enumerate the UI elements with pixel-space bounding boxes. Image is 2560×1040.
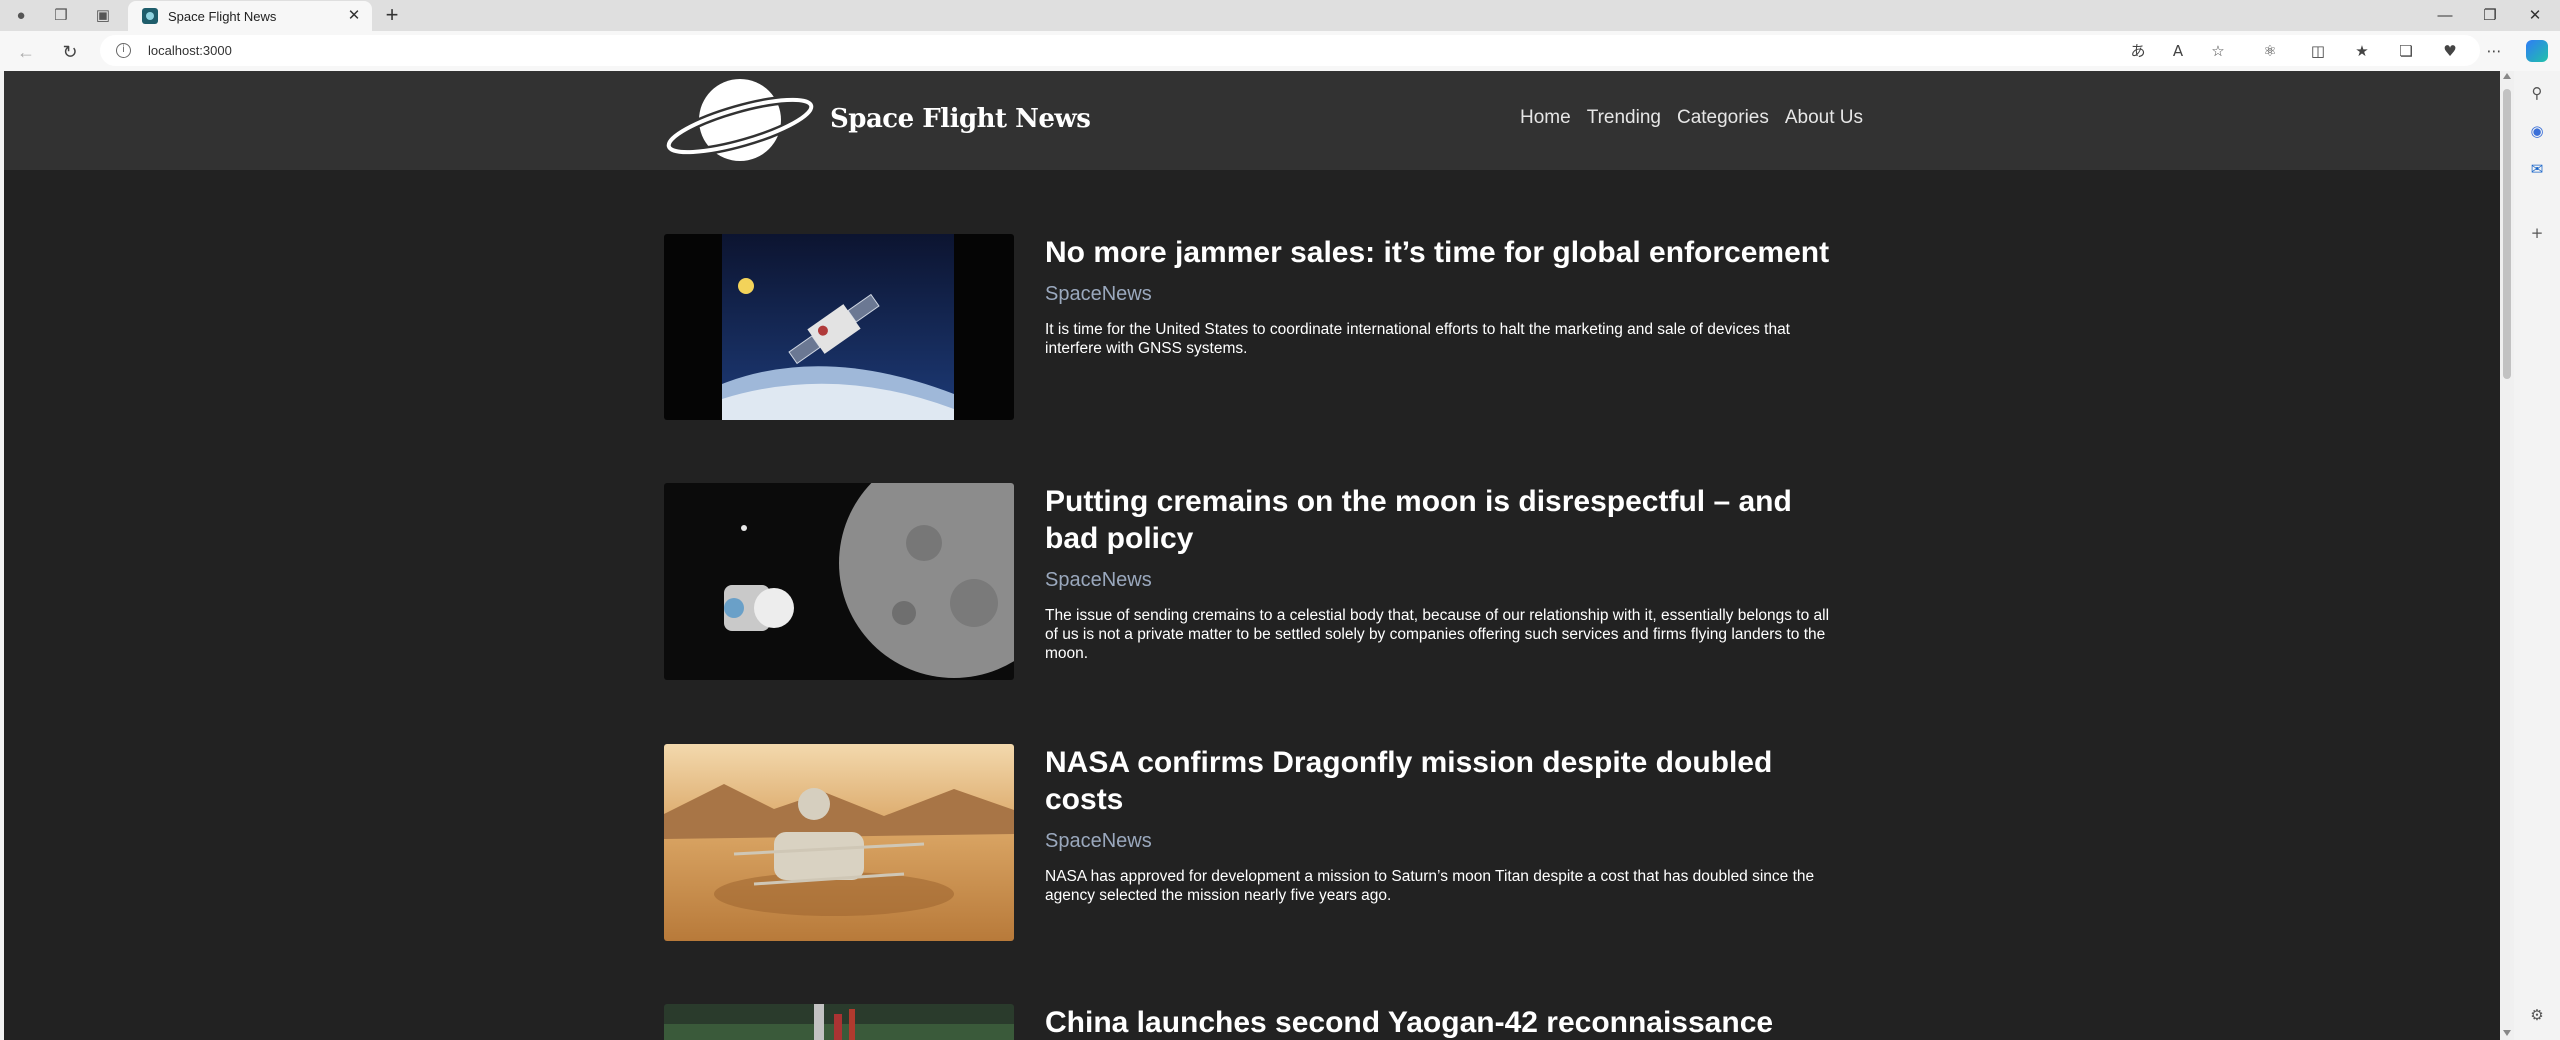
planet-logo-icon[interactable] — [664, 76, 816, 166]
back-icon[interactable]: ← — [14, 40, 38, 64]
shopping-icon[interactable]: ◉ — [2527, 121, 2547, 141]
tab-actions-icon[interactable]: ▣ — [92, 5, 114, 27]
site-favicon-icon — [142, 8, 158, 24]
favorites-icon[interactable]: ★ — [2348, 39, 2376, 63]
minimize-icon[interactable]: — — [2425, 4, 2465, 28]
article-image-rocket[interactable] — [664, 1004, 1014, 1040]
sidebar-settings-icon[interactable]: ⚙ — [2527, 1005, 2547, 1025]
article-title[interactable]: China launches second Yaogan-42 reconnai… — [1045, 1004, 1845, 1040]
window-close-icon[interactable]: ✕ — [2515, 4, 2555, 28]
article-source: SpaceNews — [1045, 830, 1152, 852]
article-text: No more jammer sales: it’s time for glob… — [1045, 234, 1845, 358]
article-text: NASA confirms Dragonfly mission despite … — [1045, 744, 1845, 905]
page-scrollbar[interactable] — [2500, 71, 2514, 1040]
article-image-satellite[interactable] — [664, 234, 1014, 420]
nav-trending[interactable]: Trending — [1587, 107, 1661, 129]
article-source: SpaceNews — [1045, 569, 1152, 591]
article-text: Putting cremains on the moon is disrespe… — [1045, 483, 1845, 663]
site-info-icon[interactable]: i — [116, 43, 131, 58]
nav-home[interactable]: Home — [1520, 107, 1571, 129]
article-image-moon[interactable] — [664, 483, 1014, 680]
url-text[interactable]: localhost:3000 — [148, 43, 232, 58]
address-bar[interactable]: i localhost:3000 — [100, 35, 2480, 66]
browser-essentials-icon[interactable]: ♥ — [2436, 39, 2464, 63]
outlook-icon[interactable]: ✉ — [2527, 159, 2547, 179]
favorite-star-icon[interactable]: ☆ — [2204, 39, 2232, 63]
edge-sidebar: ⚲ ◉ ✉ + ⚙ — [2514, 71, 2560, 1040]
restore-icon[interactable]: ❐ — [2470, 4, 2510, 28]
new-tab-button[interactable]: + — [380, 4, 404, 28]
profile-icon[interactable]: ● — [10, 5, 32, 27]
add-sidebar-app-icon[interactable]: + — [2527, 223, 2547, 243]
workspaces-icon[interactable]: ❒ — [50, 5, 72, 27]
article-title[interactable]: Putting cremains on the moon is disrespe… — [1045, 483, 1845, 557]
article-summary: The issue of sending cremains to a celes… — [1045, 607, 1830, 662]
article-summary: NASA has approved for development a miss… — [1045, 868, 1815, 904]
search-icon[interactable]: ⚲ — [2527, 83, 2547, 103]
read-aloud-icon[interactable]: A — [2164, 39, 2192, 63]
nav-categories[interactable]: Categories — [1677, 107, 1769, 129]
scroll-down-icon[interactable] — [2503, 1030, 2511, 1036]
web-page: Space Flight News Home Trending Categori… — [4, 71, 2500, 1040]
tab-title: Space Flight News — [168, 9, 277, 24]
article-summary: It is time for the United States to coor… — [1045, 321, 1790, 357]
article-source: SpaceNews — [1045, 283, 1152, 305]
site-header: Space Flight News Home Trending Categori… — [4, 71, 2500, 170]
refresh-icon[interactable]: ↻ — [58, 40, 82, 64]
article-text: China launches second Yaogan-42 reconnai… — [1045, 1004, 1845, 1040]
more-menu-icon[interactable]: ⋯ — [2480, 39, 2508, 63]
browser-tab-active[interactable]: Space Flight News ✕ — [128, 1, 372, 31]
copilot-icon[interactable] — [2526, 40, 2548, 62]
article-title[interactable]: NASA confirms Dragonfly mission despite … — [1045, 744, 1845, 818]
site-title[interactable]: Space Flight News — [830, 104, 1091, 134]
split-screen-icon[interactable]: ◫ — [2304, 39, 2332, 63]
nav-about-us[interactable]: About Us — [1785, 107, 1863, 129]
scrollbar-thumb[interactable] — [2503, 89, 2511, 379]
article-title[interactable]: No more jammer sales: it’s time for glob… — [1045, 234, 1845, 271]
article-image-dragonfly[interactable] — [664, 744, 1014, 941]
extensions-icon[interactable]: ⚛ — [2256, 39, 2284, 63]
browser-tab-bar: ● ❒ ▣ Space Flight News ✕ + — ❐ ✕ — [0, 0, 2560, 31]
close-tab-icon[interactable]: ✕ — [344, 6, 364, 26]
translate-icon[interactable]: あ — [2124, 39, 2152, 63]
scroll-up-icon[interactable] — [2503, 73, 2511, 79]
site-nav: Home Trending Categories About Us — [1520, 107, 1863, 129]
collections-icon[interactable]: ❏ — [2392, 39, 2420, 63]
